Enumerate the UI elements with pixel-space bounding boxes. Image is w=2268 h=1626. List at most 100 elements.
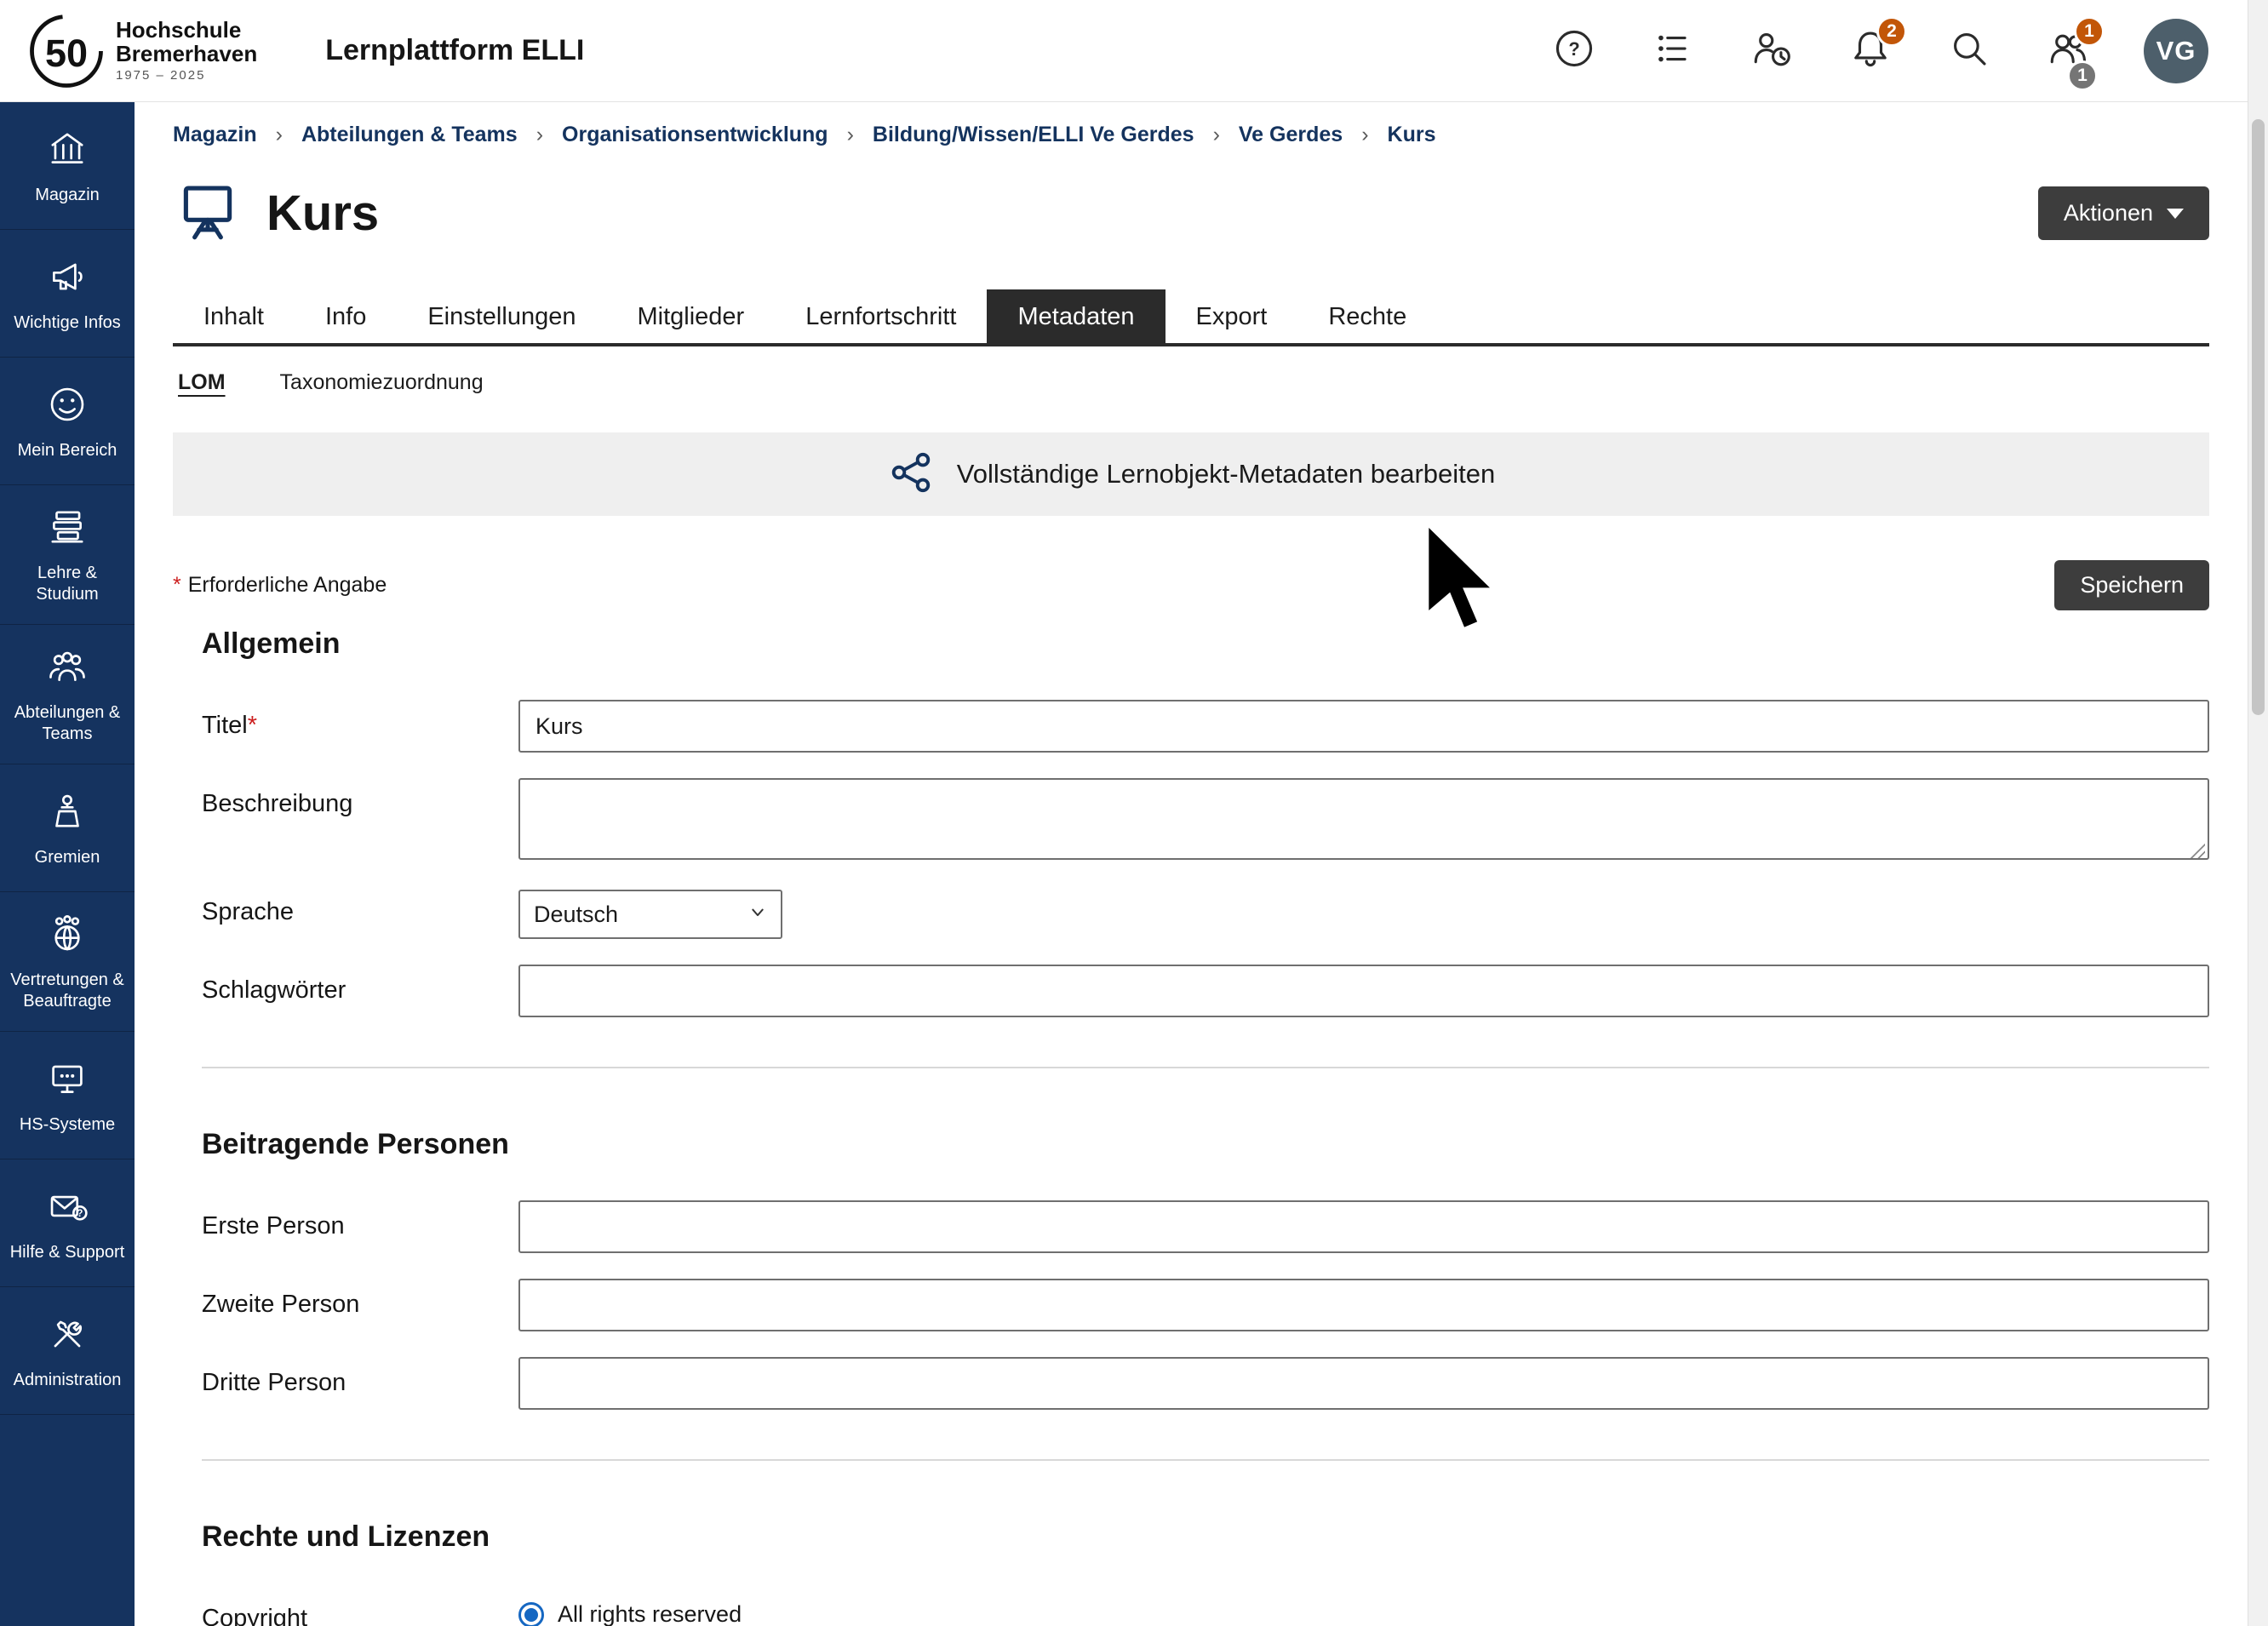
breadcrumb-item[interactable]: Bildung/Wissen/ELLI Ve Gerdes <box>873 123 1239 147</box>
team-icon <box>46 645 89 692</box>
all-rights-reserved-radio[interactable] <box>518 1602 544 1626</box>
university-logo[interactable]: 50 Hochschule Bremerhaven 1975 – 2025 <box>26 10 257 92</box>
required-note: *Erforderliche Angabe <box>173 573 387 598</box>
tab-rechte[interactable]: Rechte <box>1297 289 1437 343</box>
vertical-scrollbar[interactable] <box>2248 0 2268 1626</box>
section-divider <box>202 1459 2209 1461</box>
tab-lernfortschritt[interactable]: Lernfortschritt <box>775 289 987 343</box>
sidebar-item-lehre-studium[interactable]: Lehre & Studium <box>0 485 135 625</box>
actions-button-label: Aktionen <box>2064 200 2153 226</box>
search-button[interactable] <box>1946 28 1992 74</box>
save-button[interactable]: Speichern <box>2054 560 2209 610</box>
section-divider <box>202 1067 2209 1068</box>
form-action-row: *Erforderliche Angabe Speichern <box>173 560 2209 610</box>
sprache-select[interactable]: Deutsch <box>518 890 782 939</box>
breadcrumb-item[interactable]: Abteilungen & Teams <box>301 123 562 147</box>
edit-full-metadata-banner[interactable]: Vollständige Lernobjekt-Metadaten bearbe… <box>173 432 2209 516</box>
svg-text:50: 50 <box>45 31 88 75</box>
mail-help-icon: ? <box>46 1185 89 1232</box>
user-avatar[interactable]: VG <box>2144 19 2208 83</box>
tab-metadaten[interactable]: Metadaten <box>987 289 1165 343</box>
help-button[interactable]: ? <box>1551 28 1597 74</box>
megaphone-icon <box>46 255 89 302</box>
breadcrumb-item[interactable]: Magazin <box>173 123 301 147</box>
memberships-button[interactable] <box>1650 28 1696 74</box>
zweite-person-input[interactable] <box>518 1279 2209 1331</box>
monitor-icon <box>46 1057 89 1104</box>
breadcrumb: Magazin Abteilungen & Teams Organisation… <box>173 123 2209 147</box>
sidebar-item-label: Wichtige Infos <box>14 312 121 334</box>
section-title-beitragende: Beitragende Personen <box>202 1128 2209 1161</box>
beschreibung-textarea[interactable] <box>518 778 2209 860</box>
person-clock-icon <box>1750 27 1793 74</box>
globe-group-icon <box>46 913 89 959</box>
dritte-person-input[interactable] <box>518 1357 2209 1410</box>
workflow-share-icon <box>887 449 935 501</box>
tab-inhalt[interactable]: Inhalt <box>173 289 295 343</box>
sidebar-item-mein-bereich[interactable]: Mein Bereich <box>0 358 135 485</box>
notifications-button[interactable]: 2 <box>1847 28 1893 74</box>
sidebar-item-vertretungen[interactable]: Vertretungen & Beauftragte <box>0 892 135 1032</box>
section-title-rechte: Rechte und Lizenzen <box>202 1520 2209 1554</box>
schlagwoerter-label: Schlagwörter <box>202 965 518 1005</box>
topbar-icons: ? <box>1551 19 2208 83</box>
sidebar-item-label: Administration <box>14 1370 122 1391</box>
page-title-row: Kurs Aktionen <box>173 176 2209 250</box>
sidebar-item-magazin[interactable]: Magazin <box>0 102 135 230</box>
required-marker: * <box>173 573 181 597</box>
sidebar-item-wichtige-infos[interactable]: Wichtige Infos <box>0 230 135 358</box>
chevron-down-icon <box>2167 209 2184 219</box>
subtab-taxonomiezuordnung[interactable]: Taxonomiezuordnung <box>280 370 484 395</box>
sidebar-item-label: HS-Systeme <box>20 1114 115 1136</box>
all-rights-reserved-label: All rights reserved <box>558 1601 742 1626</box>
sidebar-filler <box>0 1415 135 1626</box>
copyright-label: Copyright <box>202 1593 518 1626</box>
tab-einstellungen[interactable]: Einstellungen <box>397 289 606 343</box>
breadcrumb-item[interactable]: Organisationsentwicklung <box>562 123 873 147</box>
logo-line2: Bremerhaven <box>116 43 257 66</box>
sidebar-item-label: Magazin <box>35 185 100 206</box>
titel-input[interactable] <box>518 700 2209 753</box>
anniversary-50-icon: 50 <box>26 10 107 92</box>
tab-mitglieder[interactable]: Mitglieder <box>606 289 775 343</box>
breadcrumb-item[interactable]: Kurs <box>1388 123 1436 147</box>
sidebar-item-label: Hilfe & Support <box>10 1242 125 1263</box>
sidebar-item-label: Vertretungen & Beauftragte <box>5 970 129 1012</box>
sidebar-item-administration[interactable]: Administration <box>0 1287 135 1415</box>
sidebar-item-label: Gremien <box>35 847 100 868</box>
scrollbar-thumb[interactable] <box>2252 119 2265 715</box>
top-header: 50 Hochschule Bremerhaven 1975 – 2025 Le… <box>0 0 2268 102</box>
tab-export[interactable]: Export <box>1166 289 1298 343</box>
contacts-button[interactable]: 1 1 <box>2045 28 2091 74</box>
tab-info[interactable]: Info <box>295 289 397 343</box>
erste-person-label: Erste Person <box>202 1200 518 1240</box>
sprache-label: Sprache <box>202 890 518 926</box>
user-activity-button[interactable] <box>1749 28 1795 74</box>
books-icon <box>46 506 89 552</box>
app-title: Lernplattform ELLI <box>325 34 584 67</box>
field-row-schlagwoerter: Schlagwörter <box>202 965 2209 1017</box>
bullet-list-icon <box>1652 27 1694 74</box>
field-row-titel: Titel* <box>202 700 2209 753</box>
erste-person-input[interactable] <box>518 1200 2209 1253</box>
actions-button[interactable]: Aktionen <box>2038 186 2209 240</box>
breadcrumb-item[interactable]: Ve Gerdes <box>1239 123 1388 147</box>
sidebar-item-hilfe-support[interactable]: ? Hilfe & Support <box>0 1159 135 1287</box>
field-row-zweite-person: Zweite Person <box>202 1279 2209 1331</box>
sidebar-item-gremien[interactable]: Gremien <box>0 764 135 892</box>
tab-bar: Inhalt Info Einstellungen Mitglieder Ler… <box>173 289 2209 346</box>
sidebar-item-abteilungen-teams[interactable]: Abteilungen & Teams <box>0 625 135 764</box>
tools-icon <box>46 1313 89 1360</box>
field-row-copyright: Copyright All rights reserved <box>202 1593 2209 1626</box>
help-icon: ? <box>1553 27 1595 74</box>
podium-icon <box>46 790 89 837</box>
logo-line1: Hochschule <box>116 19 257 42</box>
contacts-badge-secondary: 1 <box>2067 60 2098 91</box>
notifications-badge: 2 <box>1876 16 1907 47</box>
titel-label-text: Titel <box>202 712 248 739</box>
search-icon <box>1948 27 1990 74</box>
sidebar-item-hs-systeme[interactable]: HS-Systeme <box>0 1032 135 1159</box>
subtab-lom[interactable]: LOM <box>178 370 226 395</box>
schlagwoerter-input[interactable] <box>518 965 2209 1017</box>
banner-label: Vollständige Lernobjekt-Metadaten bearbe… <box>957 459 1496 490</box>
